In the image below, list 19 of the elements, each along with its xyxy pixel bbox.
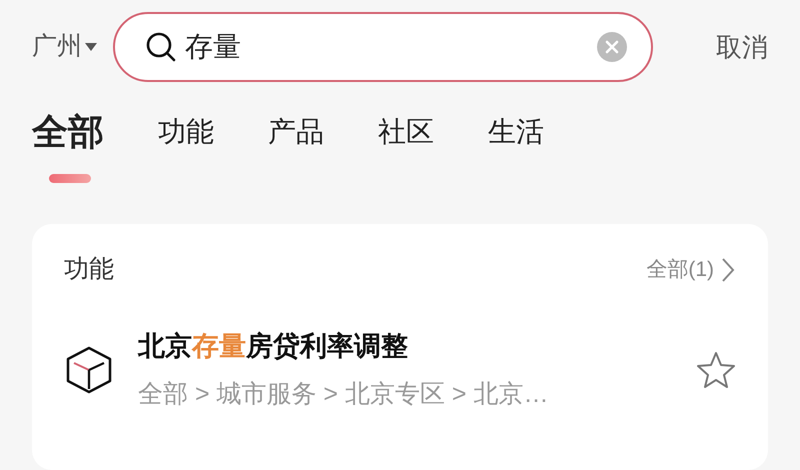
- result-path: 全部 > 城市服务 > 北京专区 > 北京…: [138, 379, 550, 410]
- result-title[interactable]: 北京存量房贷利率调整: [138, 326, 680, 366]
- tab-indicator: [49, 174, 91, 183]
- see-all-link[interactable]: 全部(1): [646, 254, 736, 286]
- city-selector[interactable]: 广州: [32, 28, 97, 66]
- tab[interactable]: 产品: [268, 112, 324, 152]
- tab[interactable]: 社区: [378, 112, 434, 152]
- cube-icon: [64, 345, 114, 395]
- search-icon: [145, 31, 177, 63]
- tab[interactable]: 功能: [158, 112, 214, 152]
- search-field[interactable]: 存量: [113, 12, 653, 82]
- chevron-right-icon: [720, 257, 736, 283]
- tab[interactable]: 生活: [488, 112, 544, 152]
- star-icon[interactable]: [696, 350, 736, 390]
- section-title: 功能: [64, 254, 114, 286]
- dropdown-caret-icon: [85, 43, 97, 51]
- search-input[interactable]: 存量: [177, 26, 597, 68]
- tab[interactable]: 全部: [32, 112, 104, 152]
- cancel-button[interactable]: 取消: [716, 28, 768, 66]
